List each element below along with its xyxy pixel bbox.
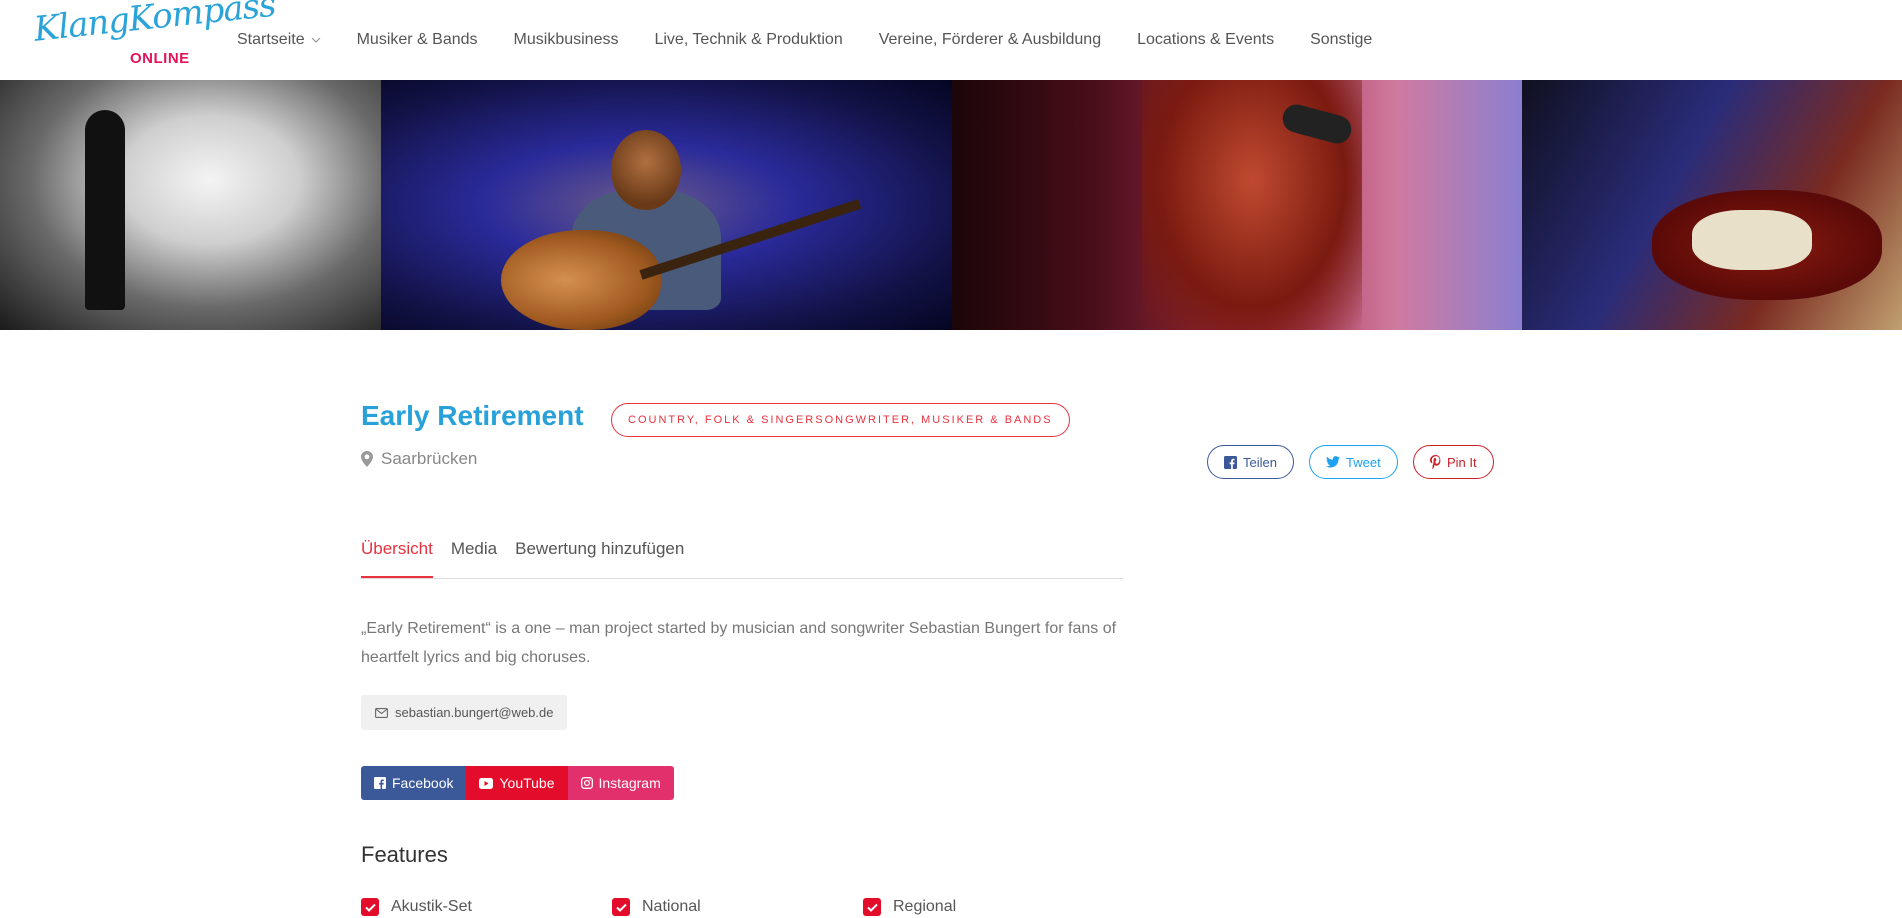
nav-label: Locations & Events [1137,31,1275,48]
nav-label: Musiker & Bands [356,31,478,48]
listing-location: Saarbrücken [361,449,477,469]
nav-item-locations[interactable]: Locations & Events [1137,31,1274,49]
youtube-icon [479,777,494,789]
site-header: KlangKompass ONLINE Startseite Musiker &… [0,0,1902,80]
acoustic-guitar [501,230,661,330]
hero-photo-silhouette [0,80,381,330]
performer-silhouette [85,110,125,310]
youtube-link-button[interactable]: YouTube [466,766,568,800]
tab-bewertung[interactable]: Bewertung hinzufügen [515,520,684,578]
guitarist-head [611,130,681,210]
tab-uebersicht[interactable]: Übersicht [361,520,433,578]
checkmark-icon [612,898,630,916]
hero-photo-singer [952,80,1522,330]
hero-gallery [0,80,1902,330]
envelope-icon [375,707,388,718]
email-text: sebastian.bungert@web.de [395,705,554,720]
bass-pickguard [1692,210,1812,270]
instagram-link-button[interactable]: Instagram [567,766,674,800]
facebook-link-label: Facebook [392,775,454,791]
checkmark-icon [863,898,881,916]
nav-item-musiker-bands[interactable]: Musiker & Bands [357,31,478,49]
nav-item-sonstige[interactable]: Sonstige [1310,31,1372,49]
feature-label: Regional [893,898,957,915]
facebook-icon [1224,455,1237,469]
twitter-icon [1326,456,1340,468]
instagram-link-label: Instagram [598,775,661,791]
pinterest-icon [1430,455,1441,469]
hero-photo-guitarist [381,80,952,330]
guitarist-figure [501,120,862,330]
share-twitter-label: Tweet [1346,454,1381,470]
feature-item: Regional [863,898,956,916]
feature-label: National [642,898,701,915]
nav-item-vereine[interactable]: Vereine, Förderer & Ausbildung [879,31,1101,49]
feature-label: Akustik-Set [391,898,472,915]
chevron-down-icon [311,37,321,43]
youtube-link-label: YouTube [499,775,555,791]
email-link[interactable]: sebastian.bungert@web.de [361,695,568,730]
checkmark-icon [361,898,379,916]
share-facebook-label: Teilen [1243,454,1277,470]
facebook-link-button[interactable]: Facebook [361,766,467,800]
logo-online-text: ONLINE [130,50,190,67]
feature-item: National [612,898,701,916]
features-heading: Features [361,842,448,867]
site-logo[interactable]: KlangKompass ONLINE [32,0,277,72]
social-links: Facebook YouTube Instagram [361,766,674,800]
share-pinterest-label: Pin It [1447,454,1477,470]
instagram-icon [580,777,593,789]
tab-media[interactable]: Media [451,520,497,578]
hero-photo-bassist [1522,80,1902,330]
nav-label: Vereine, Förderer & Ausbildung [878,31,1102,48]
nav-item-startseite[interactable]: Startseite [237,31,321,49]
location-text: Saarbrücken [381,449,478,468]
main-nav: Startseite Musiker & Bands Musikbusiness… [237,0,1408,80]
share-twitter-button[interactable]: Tweet [1309,445,1398,479]
listing-description: „Early Retirement“ is a one – man projec… [361,620,1117,666]
nav-item-live-technik[interactable]: Live, Technik & Produktion [654,31,842,49]
nav-label: Sonstige [1310,31,1373,48]
facebook-icon [374,777,386,789]
listing-tabs: Übersicht Media Bewertung hinzufügen [361,520,1123,579]
nav-item-musikbusiness[interactable]: Musikbusiness [514,31,619,49]
feature-item: Akustik-Set [361,898,472,916]
nav-label: Live, Technik & Produktion [654,31,843,48]
map-pin-icon [361,451,373,467]
nav-label: Musikbusiness [513,31,619,48]
category-badge[interactable]: COUNTRY, FOLK & SINGERSONGWRITER, MUSIKE… [611,403,1070,437]
share-facebook-button[interactable]: Teilen [1207,445,1294,479]
listing-title: Early Retirement [361,400,584,431]
share-pinterest-button[interactable]: Pin It [1413,445,1494,479]
nav-label: Startseite [237,31,305,48]
